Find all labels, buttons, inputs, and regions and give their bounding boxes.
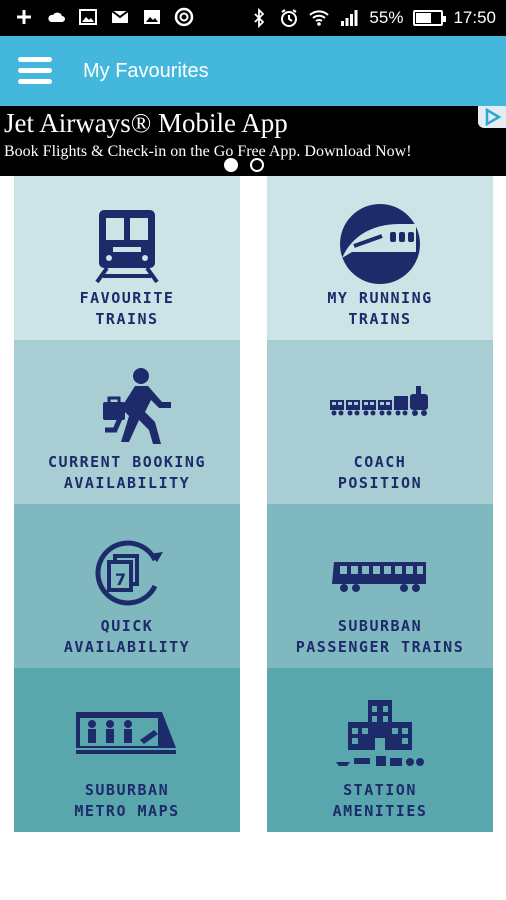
favourite-trains-tile[interactable]: FAVOURITE TRAINS [14,176,240,340]
bullet-train-icon [340,204,420,284]
svg-text:7: 7 [115,570,126,589]
tile-label: FAVOURITE TRAINS [79,289,175,328]
train-coaches-icon [330,386,428,416]
page-title: My Favourites [83,60,209,82]
clock: 17:50 [453,8,496,27]
ad-subtitle[interactable]: Book Flights & Check-in on the Go Free A… [4,143,412,161]
bluetooth-icon [254,8,265,28]
metro-passengers-icon [76,712,176,754]
ad-choices-icon[interactable] [478,106,506,128]
system-status: 55% 17:50 [249,0,496,36]
tile-label: SUBURBAN PASSENGER TRAINS [295,617,465,656]
wifi-icon [309,10,330,26]
suburban-passenger-trains-tile[interactable]: SUBURBAN PASSENGER TRAINS [267,504,493,668]
photo-mail-icon [144,10,160,24]
plus-icon [17,10,31,24]
coach-position-tile[interactable]: COACH POSITION [267,340,493,504]
ad-title[interactable]: Jet Airways® Mobile App [4,108,288,139]
signal-icon [341,10,358,26]
tile-label: SUBURBAN METRO MAPS [74,781,180,820]
pager-dot[interactable] [224,158,238,172]
calendar-refresh-icon: 7 [95,540,163,606]
battery-level [416,13,431,23]
tile-label: CURRENT BOOKING AVAILABILITY [48,453,206,492]
my-running-trains-tile[interactable]: MY RUNNING TRAINS [267,176,493,340]
train-front-icon [95,210,159,284]
notification-icons [14,7,194,27]
ad-pager-dots [224,158,264,172]
mail-icon [111,10,129,23]
quick-availability-tile[interactable]: 7 QUICK AVAILABILITY [14,504,240,668]
station-amenities-tile[interactable]: STATION AMENITIES [267,668,493,832]
tile-label: MY RUNNING TRAINS [327,289,433,328]
status-bar: 55% 17:50 [0,0,506,36]
pager-dot[interactable] [250,158,264,172]
alarm-icon [281,9,298,27]
running-man-icon [103,368,171,444]
current-booking-availability-tile[interactable]: CURRENT BOOKING AVAILABILITY [14,340,240,504]
suburban-metro-maps-tile[interactable]: SUBURBAN METRO MAPS [14,668,240,832]
ad-banner[interactable]: Jet Airways® Mobile App Book Flights & C… [0,106,506,176]
tile-label: COACH POSITION [337,453,423,492]
battery-percent: 55% [369,8,404,27]
suburban-train-icon [332,562,426,592]
image-icon [79,9,97,25]
cloud-icon [48,12,65,22]
hamburger-menu-icon[interactable] [18,57,52,85]
tile-label: STATION AMENITIES [332,781,428,820]
app-circle-icon [174,7,194,27]
station-building-icon [336,700,424,766]
app-bar: My Favourites [0,36,506,106]
battery-icon [413,10,447,26]
tile-label: QUICK AVAILABILITY [63,617,191,656]
